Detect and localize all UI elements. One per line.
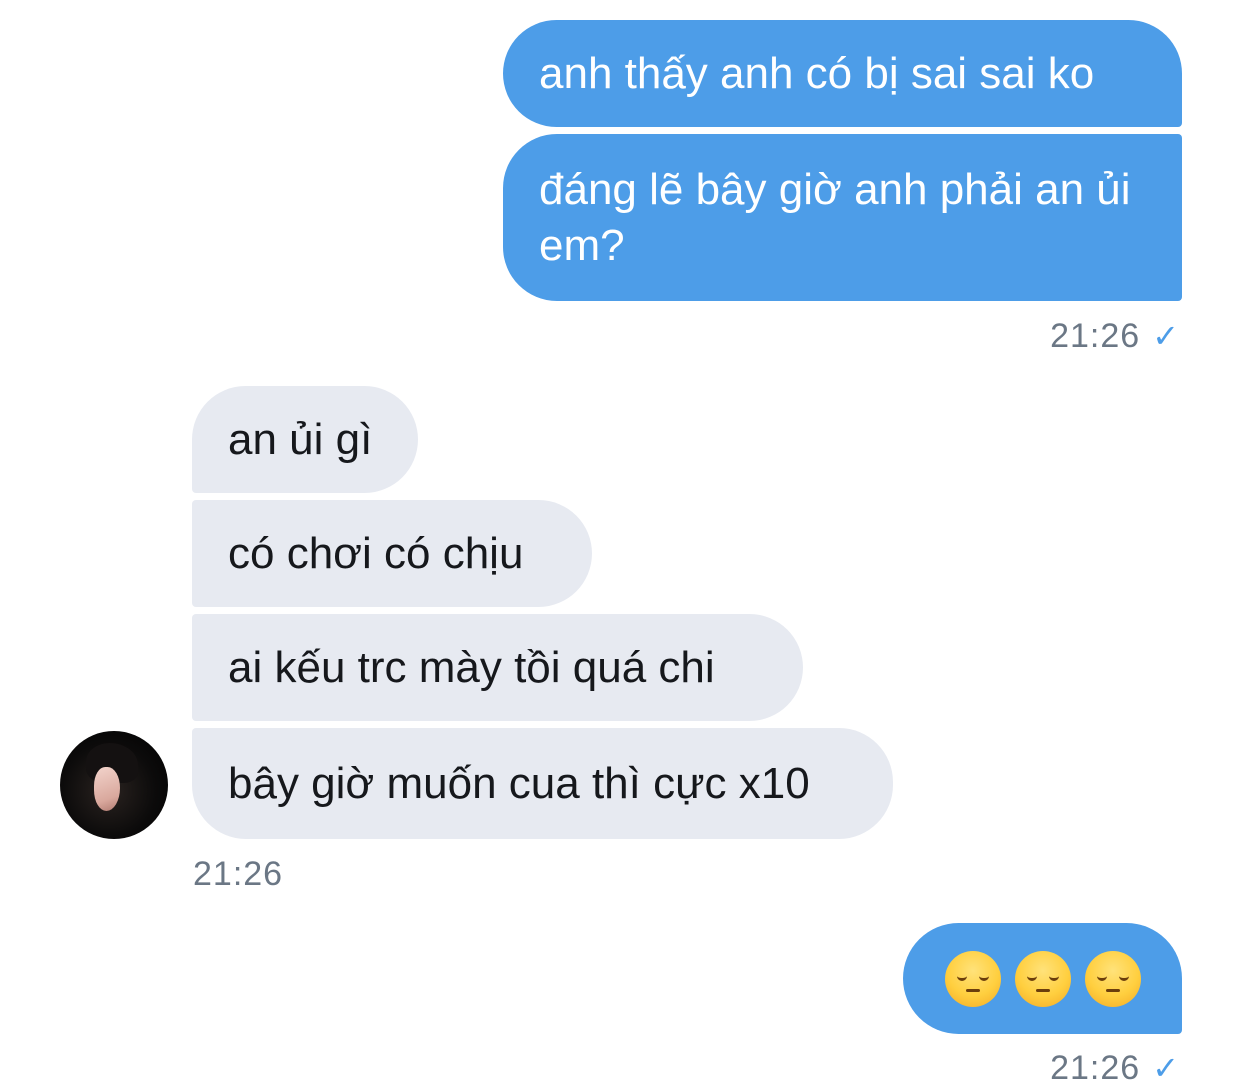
checkmark-icon: ✓ [1152, 1050, 1180, 1086]
message-timestamp: 21:26 ✓ [1050, 316, 1180, 356]
message-timestamp: 21:26 ✓ [1050, 1048, 1180, 1088]
message-text: an ủi gì [228, 414, 373, 464]
outgoing-emoji-bubble[interactable] [903, 923, 1182, 1034]
message-text: đáng lẽ bây giờ anh phải an ủi em? [539, 165, 1131, 270]
incoming-message-bubble[interactable]: ai kếu trc mày tồi quá chi [192, 614, 803, 721]
incoming-message-bubble[interactable]: có chơi có chịu [192, 500, 592, 607]
timestamp-text: 21:26 [1050, 317, 1141, 355]
timestamp-text: 21:26 [1050, 1049, 1141, 1087]
incoming-message-bubble[interactable]: an ủi gì [192, 386, 418, 493]
outgoing-message-bubble[interactable]: đáng lẽ bây giờ anh phải an ủi em? [503, 134, 1182, 301]
incoming-message-bubble[interactable]: bây giờ muốn cua thì cực x10 [192, 728, 893, 839]
pensive-face-emoji [944, 950, 1001, 1007]
message-text: ai kếu trc mày tồi quá chi [228, 642, 715, 692]
checkmark-icon: ✓ [1152, 318, 1180, 354]
pensive-face-emoji [1084, 950, 1141, 1007]
outgoing-message-bubble[interactable]: anh thấy anh có bị sai sai ko [503, 20, 1182, 127]
timestamp-text: 21:26 [193, 855, 284, 893]
message-timestamp: 21:26 [193, 854, 283, 894]
message-text: bây giờ muốn cua thì cực x10 [228, 758, 810, 808]
message-text: có chơi có chịu [228, 528, 524, 578]
pensive-face-emoji [1014, 950, 1071, 1007]
contact-avatar[interactable] [60, 731, 168, 839]
message-text: anh thấy anh có bị sai sai ko [539, 48, 1095, 98]
avatar-face [94, 767, 120, 811]
